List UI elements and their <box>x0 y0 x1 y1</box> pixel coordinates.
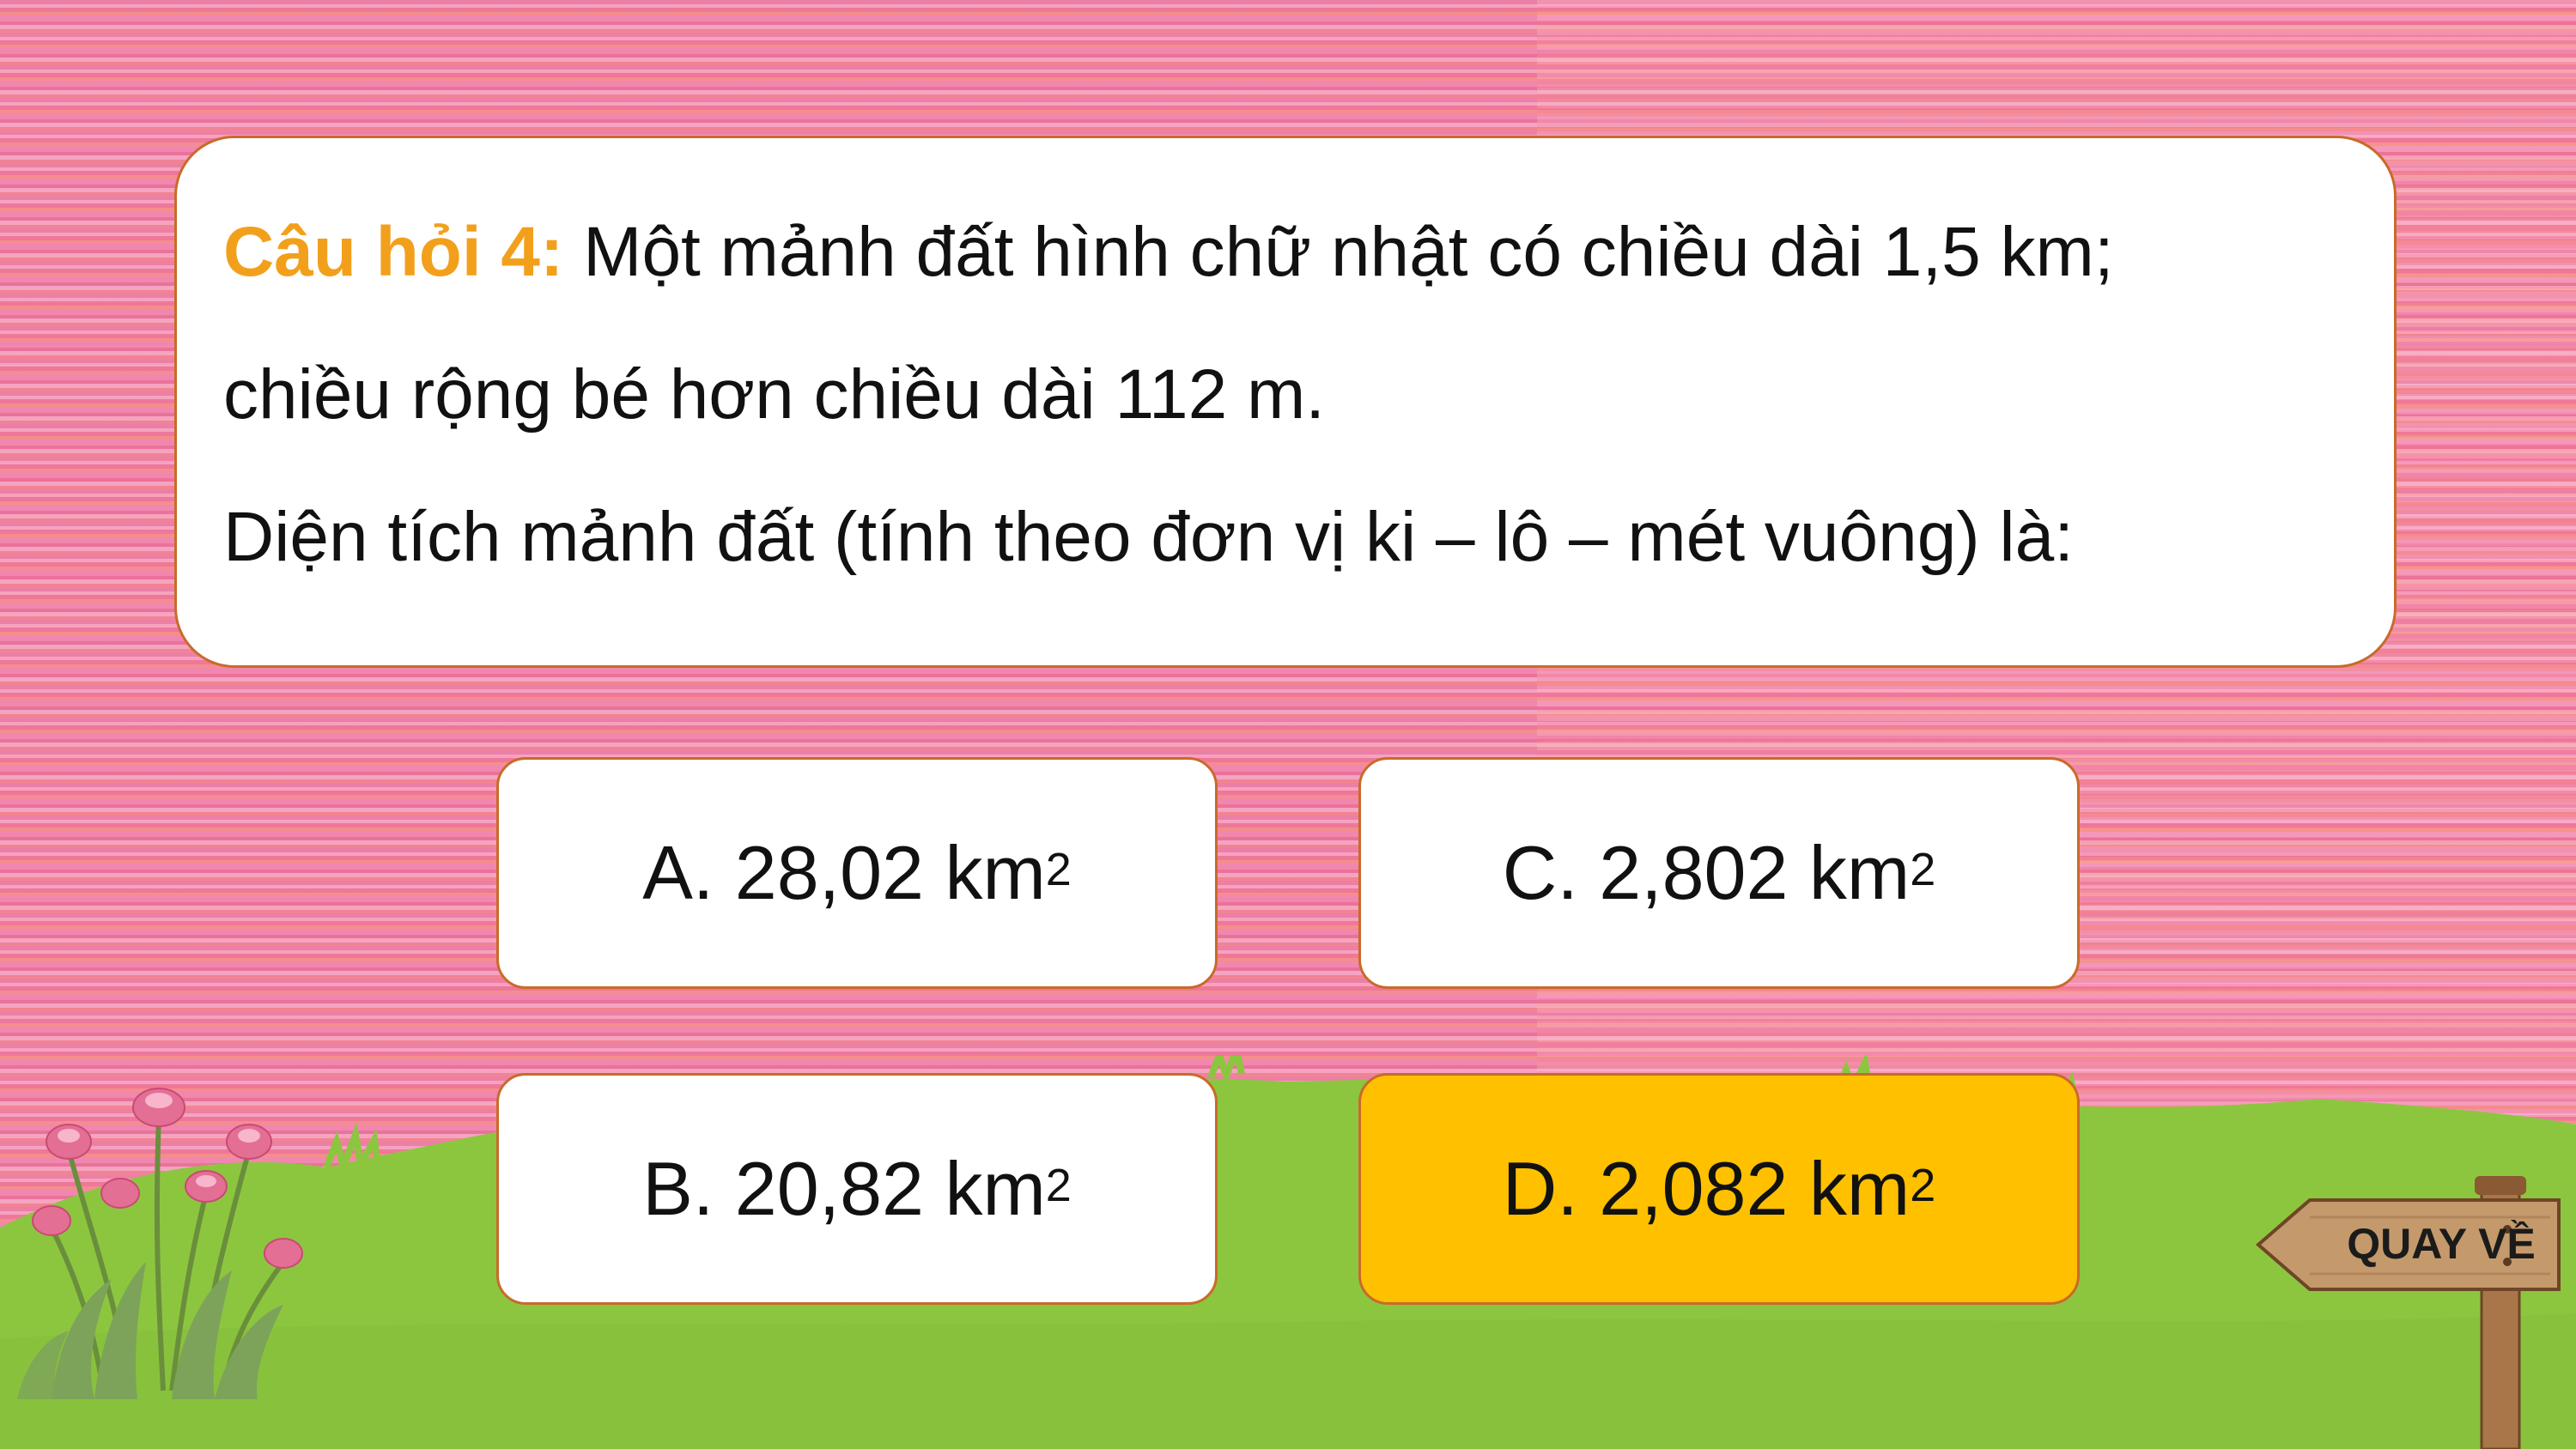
answer-a-button[interactable]: A. 28,02 km 2 <box>496 757 1218 989</box>
question-line-3: Diện tích mảnh đất (tính theo đơn vị ki … <box>223 498 2075 576</box>
answer-b-text: B. 20,82 km <box>642 1146 1046 1231</box>
slide-stage: Câu hỏi 4: Một mảnh đất hình chữ nhật có… <box>0 0 2576 1449</box>
question-line-1: Câu hỏi 4: Một mảnh đất hình chữ nhật có… <box>223 217 2394 288</box>
answer-d-button[interactable]: D. 2,082 km 2 <box>1358 1073 2080 1305</box>
question-text-1: Một mảnh đất hình chữ nhật có chiều dài … <box>563 213 2114 291</box>
answer-a-text: A. 28,02 km <box>642 830 1046 915</box>
answer-b-exponent: 2 <box>1045 1160 1072 1211</box>
question-card: Câu hỏi 4: Một mảnh đất hình chữ nhật có… <box>174 136 2397 668</box>
answer-a-exponent: 2 <box>1045 844 1072 895</box>
answer-d-text: D. 2,082 km <box>1502 1146 1911 1231</box>
answer-c-exponent: 2 <box>1910 844 1936 895</box>
back-signpost-button[interactable] <box>2250 1167 2576 1449</box>
grass-ground <box>0 1056 2576 1449</box>
answer-c-button[interactable]: C. 2,802 km 2 <box>1358 757 2080 989</box>
question-number-label: Câu hỏi 4: <box>223 213 564 291</box>
question-line-2: chiều rộng bé hơn chiều dài 112 m. <box>223 355 1326 433</box>
answer-d-exponent: 2 <box>1910 1160 1936 1211</box>
answer-c-text: C. 2,802 km <box>1502 830 1911 915</box>
answer-b-button[interactable]: B. 20,82 km 2 <box>496 1073 1218 1305</box>
flower-decoration <box>17 1088 303 1399</box>
